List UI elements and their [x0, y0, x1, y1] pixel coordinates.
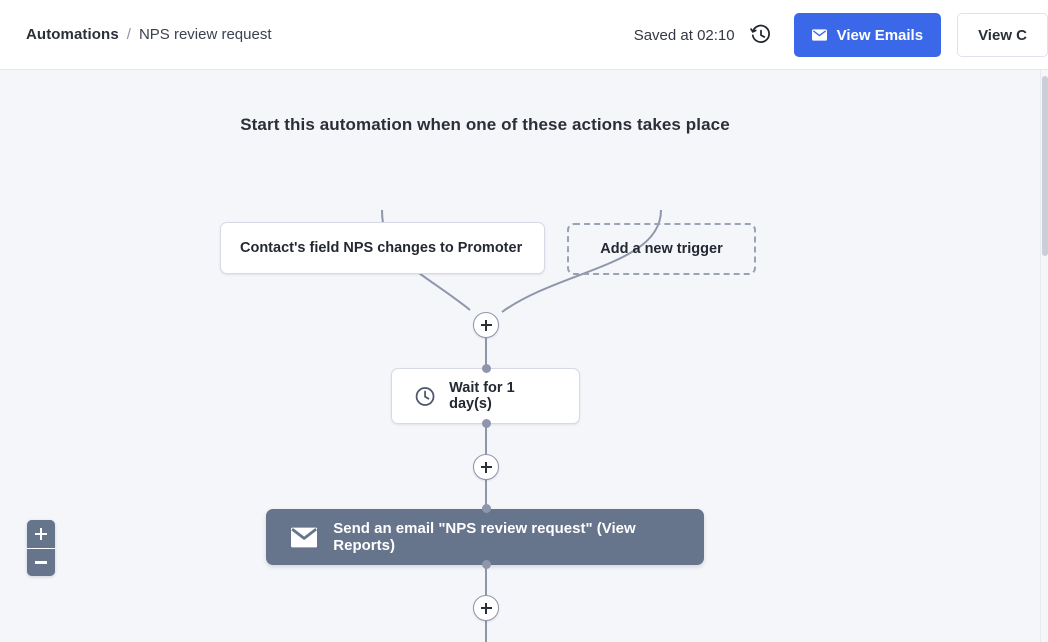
history-clock-icon-glyph [750, 24, 772, 46]
envelope-icon [812, 29, 827, 41]
wait-step-node[interactable]: Wait for 1 day(s) [391, 368, 580, 424]
wait-step-label: Wait for 1 day(s) [449, 380, 557, 412]
zoom-in-icon-vertical [40, 528, 42, 540]
add-new-trigger-node[interactable]: Add a new trigger [567, 223, 756, 275]
connector-dot-wait-top [482, 364, 491, 373]
add-new-trigger-label: Add a new trigger [600, 241, 722, 257]
vertical-scrollbar-thumb[interactable] [1042, 76, 1048, 256]
zoom-out-icon [35, 561, 47, 563]
add-step-button-2[interactable] [473, 454, 499, 480]
connector-dot-wait-bottom [482, 419, 491, 428]
clock-icon [414, 385, 436, 408]
page-header: Automations / NPS review request Saved a… [0, 0, 1048, 70]
add-step-button-1[interactable] [473, 312, 499, 338]
breadcrumb: Automations / NPS review request [26, 26, 272, 43]
view-emails-button[interactable]: View Emails [794, 13, 941, 57]
history-clock-icon[interactable] [748, 22, 774, 48]
zoom-controls [27, 520, 55, 576]
add-step-button-3[interactable] [473, 595, 499, 621]
automation-canvas[interactable]: Start this automation when one of these … [0, 70, 1040, 642]
view-emails-button-label: View Emails [837, 27, 923, 44]
saved-status-text: Saved at 02:10 [634, 27, 735, 44]
send-email-step-label: Send an email "NPS review request" (View… [333, 520, 679, 554]
trigger-node-nps-promoter[interactable]: Contact's field NPS changes to Promoter [220, 222, 545, 274]
send-email-step-node[interactable]: Send an email "NPS review request" (View… [266, 509, 704, 565]
breadcrumb-link-automations[interactable]: Automations [26, 26, 119, 43]
connector-dot-email-bottom [482, 560, 491, 569]
zoom-out-button[interactable] [27, 548, 55, 576]
zoom-in-button[interactable] [27, 520, 55, 548]
vertical-scrollbar[interactable] [1040, 70, 1048, 642]
view-contacts-button-label: View C [978, 27, 1027, 44]
canvas-title: Start this automation when one of these … [0, 115, 970, 135]
header-actions: Saved at 02:10 View Emails View C [634, 0, 1048, 70]
breadcrumb-separator: / [127, 26, 131, 43]
view-contacts-button[interactable]: View C [957, 13, 1048, 57]
envelope-icon [291, 527, 317, 548]
connector-dot-email-top [482, 504, 491, 513]
breadcrumb-current-page: NPS review request [139, 26, 272, 43]
automation-builder-page: Automations / NPS review request Saved a… [0, 0, 1048, 642]
trigger-node-label: Contact's field NPS changes to Promoter [240, 240, 522, 256]
